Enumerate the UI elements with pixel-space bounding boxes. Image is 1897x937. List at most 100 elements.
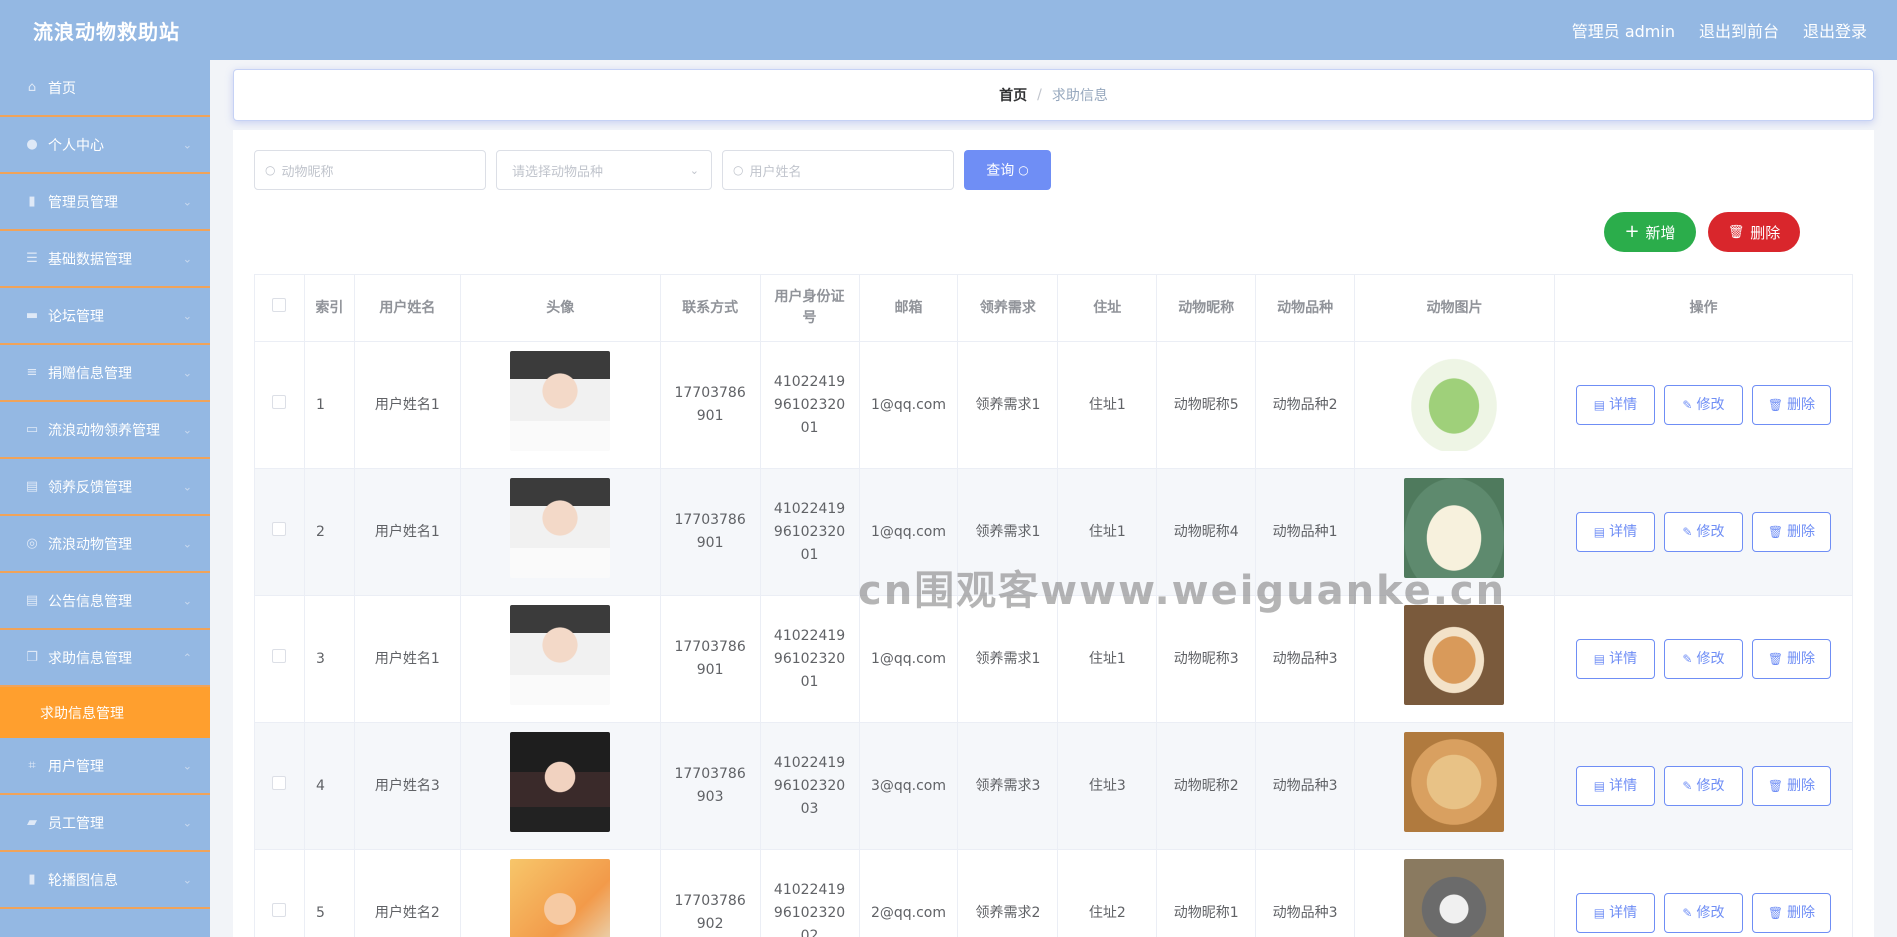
avatar-image[interactable] [510, 859, 611, 937]
row-select-cell [254, 595, 305, 723]
sidebar-item-1[interactable]: ● 个人中心 ⌄ [0, 117, 210, 174]
cell-pet-name: 动物昵称3 [1156, 595, 1257, 723]
pet-image[interactable] [1404, 732, 1505, 832]
batch-delete-button[interactable]: 🗑 删除 [1708, 212, 1800, 252]
add-button[interactable]: + 新增 [1604, 212, 1696, 252]
chevron-down-icon: ⌄ [182, 366, 192, 379]
delete-button[interactable]: 🗑 删除 [1751, 512, 1831, 552]
cell-email: 1@qq.com [858, 341, 959, 469]
sidebar-item-12[interactable]: ▰ 员工管理 ⌄ [0, 795, 210, 852]
breed-select[interactable]: 请选择动物品种 ⌄ [496, 150, 712, 190]
cell-operations: ▤ 详情 ✎ 修改 🗑 删除 [1553, 595, 1854, 723]
sidebar-item-13[interactable]: ▮ 轮播图信息 ⌄ [0, 852, 210, 909]
avatar-image[interactable] [510, 605, 611, 705]
user-name-search-input[interactable]: ○ 用户姓名 [722, 150, 954, 190]
cell-avatar [459, 341, 661, 469]
sidebar-item-5[interactable]: ≡ 捐赠信息管理 ⌄ [0, 345, 210, 402]
avatar-image[interactable] [510, 732, 611, 832]
cell-avatar [459, 468, 661, 596]
sidebar-item-label: 领养反馈管理 [48, 479, 132, 496]
sidebar-item-label: 管理员管理 [48, 194, 118, 211]
edit-button[interactable]: ✎ 修改 [1663, 512, 1743, 552]
edit-button[interactable]: ✎ 修改 [1663, 766, 1743, 806]
document-icon: ▤ [1593, 524, 1606, 539]
row-checkbox[interactable] [272, 648, 287, 663]
avatar-image[interactable] [510, 351, 611, 451]
sidebar-item-6[interactable]: ▭ 流浪动物领养管理 ⌄ [0, 402, 210, 459]
plus-icon: + [1624, 221, 1640, 242]
sidebar-item-8[interactable]: ◎ 流浪动物管理 ⌄ [0, 516, 210, 573]
phone-text: 17703786901 [674, 512, 746, 551]
sidebar-item-label: 捐赠信息管理 [48, 365, 132, 382]
sidebar-item-3[interactable]: ☰ 基础数据管理 ⌄ [0, 231, 210, 288]
sidebar-item-11[interactable]: ⌗ 用户管理 ⌄ [0, 738, 210, 795]
pet-image[interactable] [1404, 351, 1505, 451]
cell-address: 住址3 [1057, 722, 1158, 850]
cell-pet-image [1354, 468, 1555, 596]
trash-icon: 🗑 [1767, 524, 1784, 539]
delete-button[interactable]: 🗑 删除 [1751, 766, 1831, 806]
document-icon: ▤ [1593, 397, 1606, 412]
edit-button[interactable]: ✎ 修改 [1663, 893, 1743, 933]
sidebar-item-4[interactable]: ▬ 论坛管理 ⌄ [0, 288, 210, 345]
sidebar-item-label: 员工管理 [48, 815, 104, 832]
row-checkbox[interactable] [272, 394, 287, 409]
chevron-down-icon: ⌄ [182, 594, 192, 607]
detail-button[interactable]: ▤ 详情 [1575, 512, 1655, 552]
breadcrumb-home[interactable]: 首页 [999, 85, 1027, 105]
avatar-image[interactable] [510, 478, 611, 578]
submenu-item-active[interactable]: 求助信息管理 [0, 687, 210, 738]
pet-name-search-input[interactable]: ○ 动物昵称 [254, 150, 486, 190]
cell-email: 3@qq.com [858, 722, 959, 850]
edit-label: 修改 [1696, 904, 1725, 921]
select-all-checkbox[interactable] [272, 297, 287, 312]
sidebar-item-0[interactable]: ⌂ 首页 [0, 60, 210, 117]
delete-button[interactable]: 🗑 删除 [1751, 893, 1831, 933]
sidebar-item-label: 公告信息管理 [48, 593, 132, 610]
sidebar-item-10[interactable]: ❐ 求助信息管理 ⌃ [0, 630, 210, 687]
delete-button[interactable]: 🗑 删除 [1751, 385, 1831, 425]
table-row: 4 用户姓名3 17703786903 410224199610232003 3@qq.… [254, 722, 1854, 850]
breadcrumb-separator: / [1037, 87, 1042, 103]
cell-operations: ▤ 详情 ✎ 修改 🗑 删除 [1553, 468, 1854, 596]
select-all-cell [254, 274, 305, 342]
back-to-front-link[interactable]: 退出到前台 [1699, 18, 1779, 42]
header-phone: 联系方式 [659, 274, 761, 342]
user-icon: ● [26, 137, 38, 152]
header-avatar: 头像 [459, 274, 661, 342]
header-email: 邮箱 [858, 274, 959, 342]
cell-id-card: 410224199610232001 [759, 468, 860, 596]
cell-avatar [459, 849, 661, 937]
cell-index: 5 [303, 849, 355, 937]
delete-button[interactable]: 🗑 删除 [1751, 639, 1831, 679]
admin-user-link[interactable]: 管理员 admin [1572, 18, 1675, 42]
row-checkbox[interactable] [272, 775, 287, 790]
edit-button[interactable]: ✎ 修改 [1663, 639, 1743, 679]
chevron-down-icon: ⌄ [182, 816, 192, 829]
query-button[interactable]: 查询 ○ [964, 150, 1051, 190]
detail-button[interactable]: ▤ 详情 [1575, 639, 1655, 679]
pet-image[interactable] [1404, 478, 1505, 578]
sidebar-item-2[interactable]: ▮ 管理员管理 ⌄ [0, 174, 210, 231]
cell-phone: 17703786903 [659, 722, 761, 850]
table-row: 5 用户姓名2 17703786902 410224199610232002 2@qq.… [254, 849, 1854, 937]
document-icon: ▤ [1593, 651, 1606, 666]
target-icon: ◎ [26, 536, 38, 551]
detail-label: 详情 [1609, 396, 1638, 413]
breadcrumb: 首页 / 求助信息 [233, 69, 1874, 121]
delete-label: 删除 [1787, 396, 1816, 413]
detail-button[interactable]: ▤ 详情 [1575, 766, 1655, 806]
search-bar: ○ 动物昵称 请选择动物品种 ⌄ ○ 用户姓名 查询 ○ [254, 150, 1051, 190]
row-checkbox[interactable] [272, 521, 287, 536]
row-checkbox[interactable] [272, 902, 287, 917]
pet-image[interactable] [1404, 605, 1505, 705]
cell-demand: 领养需求1 [957, 595, 1059, 723]
detail-button[interactable]: ▤ 详情 [1575, 893, 1655, 933]
pet-image[interactable] [1404, 859, 1505, 937]
sidebar-item-7[interactable]: ▤ 领养反馈管理 ⌄ [0, 459, 210, 516]
sidebar-item-9[interactable]: ▤ 公告信息管理 ⌄ [0, 573, 210, 630]
logout-link[interactable]: 退出登录 [1803, 18, 1867, 42]
cell-phone: 17703786901 [659, 595, 761, 723]
edit-button[interactable]: ✎ 修改 [1663, 385, 1743, 425]
detail-button[interactable]: ▤ 详情 [1575, 385, 1655, 425]
